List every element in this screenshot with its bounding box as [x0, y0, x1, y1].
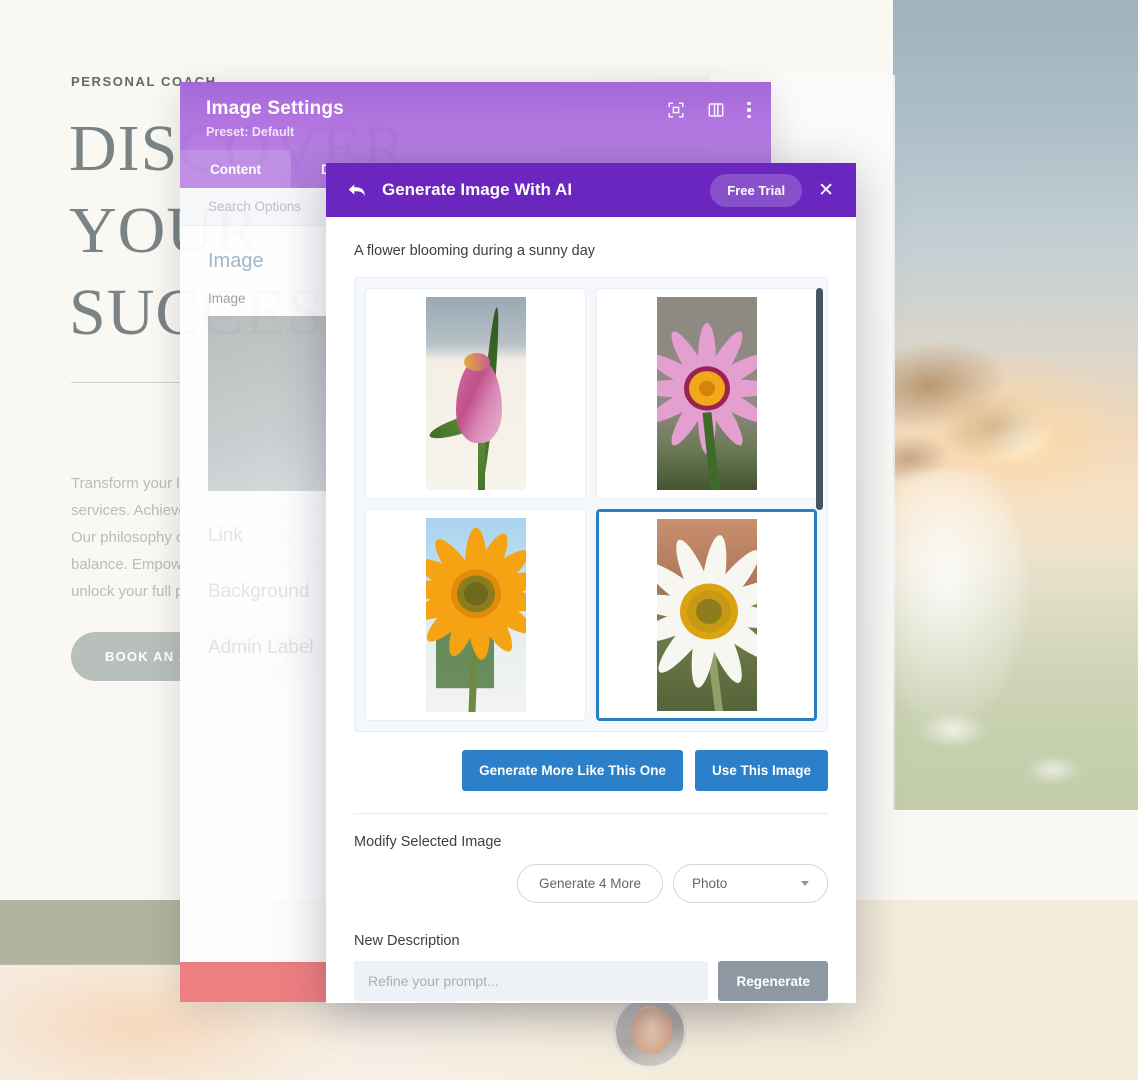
hero-photo	[893, 0, 1138, 810]
new-description-row: Regenerate	[354, 961, 828, 1001]
tab-content[interactable]: Content	[180, 150, 291, 188]
ai-results-grid-wrapper	[354, 277, 828, 732]
generate-4-more-button[interactable]: Generate 4 More	[516, 864, 663, 903]
close-icon[interactable]: ✕	[814, 177, 838, 204]
modify-controls-row: Generate 4 More Photo	[354, 864, 828, 903]
white-daisy-image	[656, 518, 757, 711]
ai-results-scrollbar[interactable]	[816, 288, 823, 510]
chevron-down-icon	[801, 881, 809, 886]
ai-modal-header: Generate Image With AI Free Trial ✕	[326, 163, 856, 217]
white-daisy-svg	[656, 534, 757, 711]
tulip-image	[425, 297, 526, 490]
settings-header-icons	[667, 101, 751, 119]
free-trial-button[interactable]: Free Trial	[710, 173, 803, 207]
image-style-select[interactable]: Photo	[673, 864, 828, 903]
modify-selected-image-heading: Modify Selected Image	[354, 834, 502, 850]
orange-flower-image	[425, 517, 526, 712]
back-arrow-icon[interactable]	[346, 179, 368, 201]
refine-prompt-input[interactable]	[354, 961, 709, 1001]
ai-modal-body: A flower blooming during a sunny day Gen…	[326, 217, 856, 1003]
split-layout-icon[interactable]	[707, 101, 725, 119]
testimonial-avatar	[613, 995, 687, 1069]
section-divider	[354, 813, 828, 814]
orange-flower-svg	[425, 527, 526, 712]
tulip-tip	[463, 353, 490, 371]
image-style-value: Photo	[692, 876, 728, 891]
focus-target-icon[interactable]	[667, 101, 685, 119]
ai-result-thumb-3[interactable]	[365, 508, 586, 721]
settings-title: Image Settings	[206, 98, 344, 119]
settings-header: Image Settings Preset: Default	[180, 82, 771, 150]
regenerate-button[interactable]: Regenerate	[718, 961, 828, 1001]
ai-result-thumb-4[interactable]	[596, 508, 817, 721]
screen-root: PERSONAL COACH DISCOVER YOUR SUCCESS Tra…	[0, 0, 1138, 1080]
use-this-image-button[interactable]: Use This Image	[694, 750, 828, 791]
generate-image-ai-modal: Generate Image With AI Free Trial ✕ A fl…	[326, 163, 856, 1003]
ai-primary-actions: Generate More Like This One Use This Ima…	[354, 750, 828, 791]
pink-daisy-image	[656, 297, 757, 490]
hero-field	[893, 560, 1138, 810]
generate-more-like-this-button[interactable]: Generate More Like This One	[462, 750, 683, 791]
ai-result-thumb-2[interactable]	[596, 288, 817, 499]
pink-daisy-svg	[656, 322, 757, 490]
ai-prompt-text: A flower blooming during a sunny day	[354, 243, 596, 259]
settings-preset[interactable]: Preset: Default	[206, 125, 747, 139]
new-description-heading: New Description	[354, 933, 460, 949]
tulip-stem	[477, 435, 485, 490]
ai-modal-title: Generate Image With AI	[382, 180, 573, 199]
kebab-menu-icon[interactable]	[747, 101, 751, 119]
ai-result-thumb-1[interactable]	[365, 288, 586, 499]
ai-results-grid	[365, 288, 817, 721]
